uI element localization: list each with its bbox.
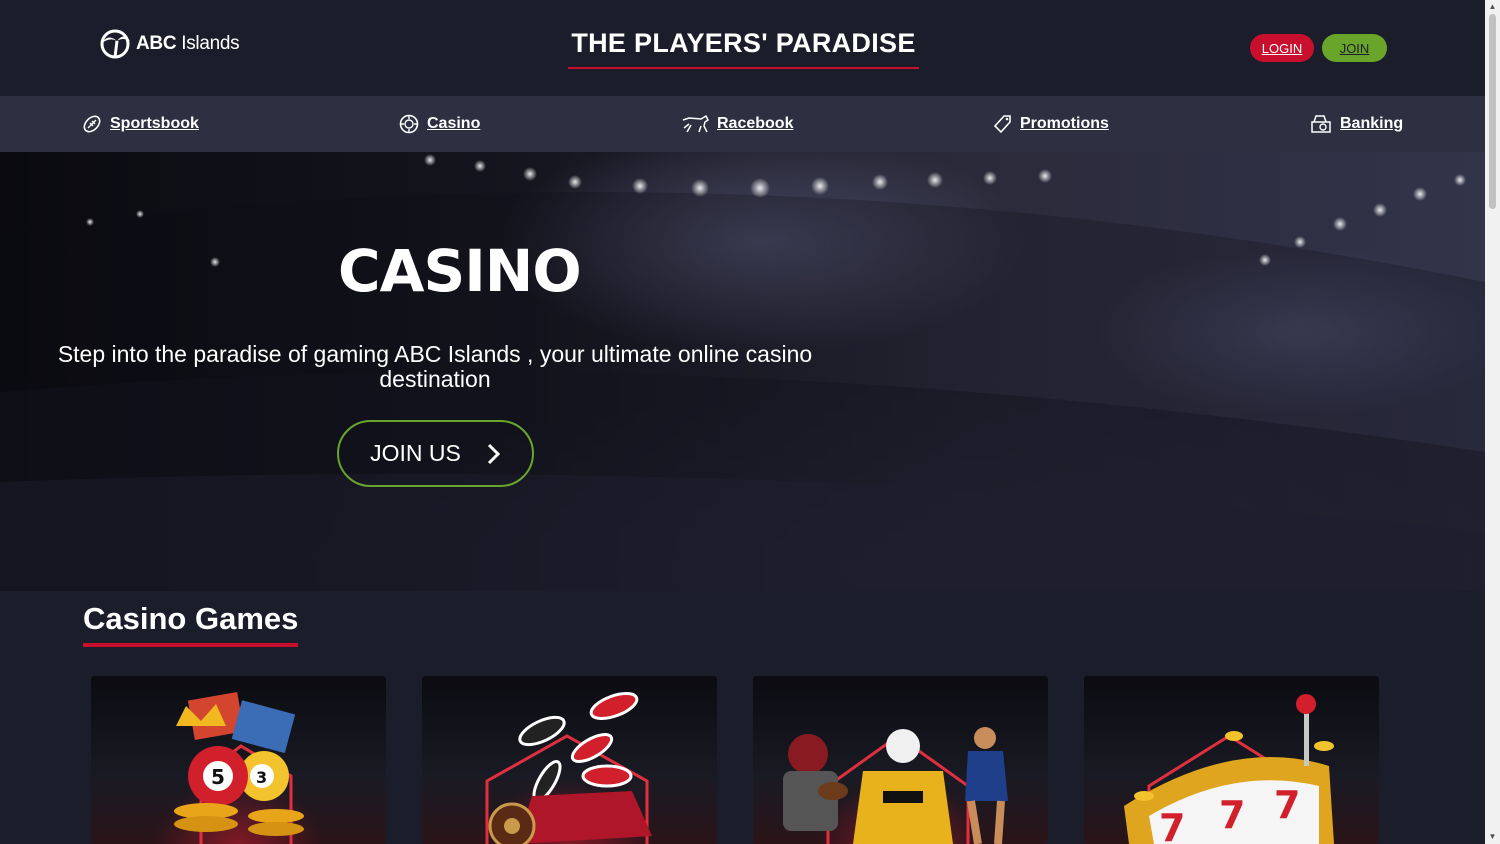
nav-label: Racebook: [717, 115, 794, 132]
join-us-button[interactable]: JOIN US: [337, 420, 534, 487]
nav-label: Sportsbook: [110, 115, 199, 132]
roulette-chips-image: [485, 692, 652, 844]
lottery-keno-card[interactable]: 5 3: [91, 676, 386, 844]
svg-text:3: 3: [256, 768, 267, 787]
nav-item-banking[interactable]: Banking: [1310, 96, 1403, 152]
cash-register-icon: [1311, 115, 1331, 133]
slots-card[interactable]: 7 7 7: [1084, 676, 1379, 844]
site-logo[interactable]: ABC Islands: [98, 29, 240, 59]
main-nav: Sportsbook Casino Racebook Promotions Ba…: [0, 96, 1485, 152]
nav-item-sportsbook[interactable]: Sportsbook: [82, 96, 199, 152]
section-title: Casino Games: [83, 601, 299, 647]
horse-icon: [682, 114, 709, 133]
join-button[interactable]: JOIN: [1322, 34, 1387, 62]
svg-text:7: 7: [1274, 783, 1300, 827]
athletes-image: [783, 727, 1008, 844]
login-button[interactable]: LOGIN: [1250, 34, 1314, 62]
svg-text:7: 7: [1159, 806, 1185, 844]
nav-label: Banking: [1340, 115, 1404, 132]
nav-label: Promotions: [1020, 115, 1109, 132]
join-us-label: JOIN US: [370, 440, 461, 466]
hero-title: CASINO: [338, 237, 582, 305]
nav-item-promotions[interactable]: Promotions: [994, 96, 1109, 152]
slot-machine-image: 7 7 7: [1124, 694, 1334, 844]
site-tagline: THE PLAYERS' PARADISE: [568, 28, 919, 69]
nav-label: Casino: [427, 115, 481, 132]
chevron-right-icon: [487, 443, 500, 464]
nav-item-casino[interactable]: Casino: [399, 96, 480, 152]
tag-icon: [994, 115, 1011, 134]
palm-tree-icon: [100, 29, 130, 59]
hero-banner: CASINO Step into the paradise of gaming …: [0, 152, 1485, 591]
lottery-balls-image: 5 3: [174, 691, 304, 844]
page-scrollbar[interactable]: ▲ ▼: [1485, 0, 1500, 844]
scroll-up-icon[interactable]: ▲: [1485, 0, 1500, 14]
logo-text: ABC Islands: [136, 33, 240, 54]
table-games-card[interactable]: [422, 676, 717, 844]
casino-chip-icon: [399, 114, 419, 134]
nav-item-racebook[interactable]: Racebook: [681, 96, 793, 152]
hero-subtitle: Step into the paradise of gaming ABC Isl…: [57, 341, 813, 392]
top-header: ABC Islands THE PLAYERS' PARADISE LOGIN …: [0, 0, 1485, 96]
scroll-thumb[interactable]: [1489, 14, 1496, 209]
football-icon: [83, 115, 101, 133]
sports-card[interactable]: [753, 676, 1048, 844]
svg-text:7: 7: [1219, 793, 1245, 837]
scroll-down-icon[interactable]: ▼: [1485, 830, 1500, 844]
svg-text:5: 5: [211, 765, 225, 789]
